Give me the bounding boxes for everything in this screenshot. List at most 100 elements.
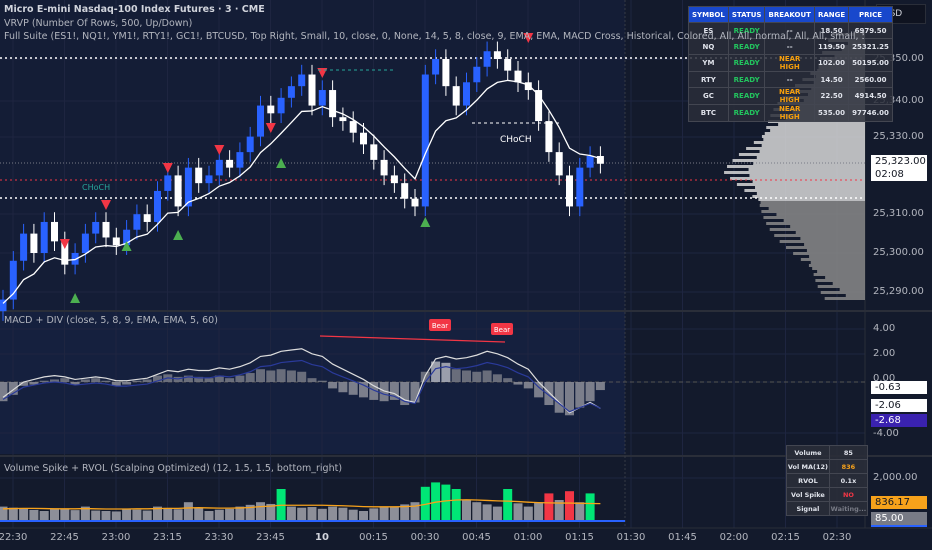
candle-body (195, 167, 203, 184)
candle-body (463, 82, 470, 106)
volume-bar (194, 508, 204, 522)
macd-histogram-bar (225, 378, 235, 382)
volume-bar (523, 506, 533, 522)
table-row: YM READY NEAR HIGH 102.00 50195.00 (688, 54, 893, 72)
macd-histogram-bar (317, 380, 327, 382)
volume-profile-bar (832, 282, 865, 285)
table-cell: BTC (688, 104, 729, 122)
time-tick-label: 00:30 (410, 532, 440, 543)
table-cell: 535.00 (813, 104, 850, 122)
volume-bar (379, 506, 389, 522)
macd-histogram-bar (276, 369, 286, 382)
candle-body (545, 121, 553, 153)
time-tick-label: 01:15 (565, 532, 594, 543)
candle-body (205, 175, 213, 184)
table-cell: READY (727, 71, 766, 88)
volume-bar (307, 507, 317, 522)
vrvp-legend[interactable]: VRVP (Number Of Rows, 500, Up/Down) (4, 18, 192, 29)
candle-body (360, 132, 367, 145)
price-tick-label: 25,310.00 (873, 208, 924, 219)
volume-bar (451, 489, 461, 522)
table-cell: GC (688, 87, 729, 105)
candle-body (102, 221, 110, 238)
countdown-tag: 02:08 (871, 168, 927, 181)
volume-profile-bar (813, 273, 865, 276)
volume-profile-bar (753, 162, 865, 165)
volume-bar (585, 493, 595, 522)
volume-profile-bar (752, 195, 865, 198)
table-row: GC READY NEAR HIGH 22.50 4914.50 (688, 87, 893, 105)
macd-histogram-bar (472, 371, 482, 382)
time-tick-label: 02:15 (771, 532, 800, 543)
volume-profile-bar (815, 279, 865, 282)
time-tick-label: 23:15 (153, 532, 182, 543)
candle-body (576, 167, 584, 207)
volume-profile-bar (825, 276, 865, 279)
macd-histogram-bar (245, 373, 255, 382)
last-price-tag: 25,323.00 (871, 155, 927, 169)
volume-profile-bar (824, 297, 865, 300)
macd-histogram-bar (451, 369, 461, 382)
choch-label: CHoCH (82, 183, 110, 192)
volume-profile-bar (760, 201, 865, 204)
candle-body (143, 214, 151, 222)
volume-bar (482, 504, 492, 522)
volume-bar (256, 502, 265, 522)
table-cell: 22.50 (813, 87, 850, 105)
macd-histogram-bar (235, 375, 245, 382)
candle-body (267, 105, 275, 114)
volume-profile-bar (724, 171, 865, 174)
volume-profile-bar (759, 150, 865, 153)
volume-bar (513, 503, 523, 522)
macd-tick-label: 2.00 (873, 348, 896, 359)
volume-bar (565, 491, 574, 522)
macd-legend[interactable]: MACD + DIV (close, 5, 8, 9, EMA, EMA, 5,… (4, 315, 218, 326)
volume-bar (183, 502, 193, 522)
volume-profile-bar (768, 207, 865, 210)
full-suite-legend[interactable]: Full Suite (ES1!, NQ1!, YM1!, RTY1!, GC1… (4, 31, 864, 42)
time-tick-label: 02:30 (822, 532, 852, 543)
time-tick-label: 01:45 (668, 532, 697, 543)
price-pane-bg (0, 0, 625, 310)
volume-bar (235, 506, 245, 522)
volume-profile-bar (761, 144, 865, 147)
candle-body (483, 51, 491, 67)
macd-histogram-bar (297, 371, 307, 382)
volume-profile-bar (774, 234, 865, 237)
time-tick-label: 01:00 (513, 532, 543, 543)
table-cell: READY (727, 54, 766, 72)
candle-body (586, 156, 594, 168)
volume-profile-bar (810, 261, 865, 264)
candle-body (226, 159, 234, 168)
volume-bar (50, 508, 59, 522)
volume-bar (8, 507, 18, 522)
table-row: Vol Spike NO (786, 487, 869, 502)
candle-body (432, 59, 440, 75)
th-symbol: SYMBOL (688, 6, 729, 23)
time-tick-label: 23:45 (256, 532, 285, 543)
volume-profile-bar (738, 153, 865, 156)
candle-body (493, 51, 501, 59)
volume-profile-bar (845, 294, 865, 297)
volume-legend[interactable]: Volume Spike + RVOL (Scalping Optimized)… (4, 463, 342, 474)
volume-profile-bar (763, 216, 865, 219)
macd-histogram-bar (204, 378, 214, 382)
volume-profile-bar (806, 249, 865, 252)
table-cell: NO (828, 487, 869, 502)
volume-profile-bar (776, 213, 865, 216)
candle-body (339, 117, 347, 122)
macd-histogram-bar (328, 382, 338, 389)
macd-histogram-bar (286, 370, 296, 382)
candle-body (504, 59, 512, 71)
volume-profile-bar (732, 159, 865, 162)
macd-histogram-bar (80, 379, 90, 382)
volume-bar (544, 493, 554, 522)
table-row: Vol MA(12) 836 (786, 459, 869, 474)
macd-histogram-bar (142, 379, 152, 382)
macd-histogram-bar (101, 380, 111, 382)
vol-tag: 85.00 (871, 512, 927, 527)
time-tick-label: 10 (315, 532, 329, 543)
time-tick-label: 23:30 (204, 532, 234, 543)
volume-bar (534, 502, 544, 522)
candle-body (277, 97, 285, 114)
